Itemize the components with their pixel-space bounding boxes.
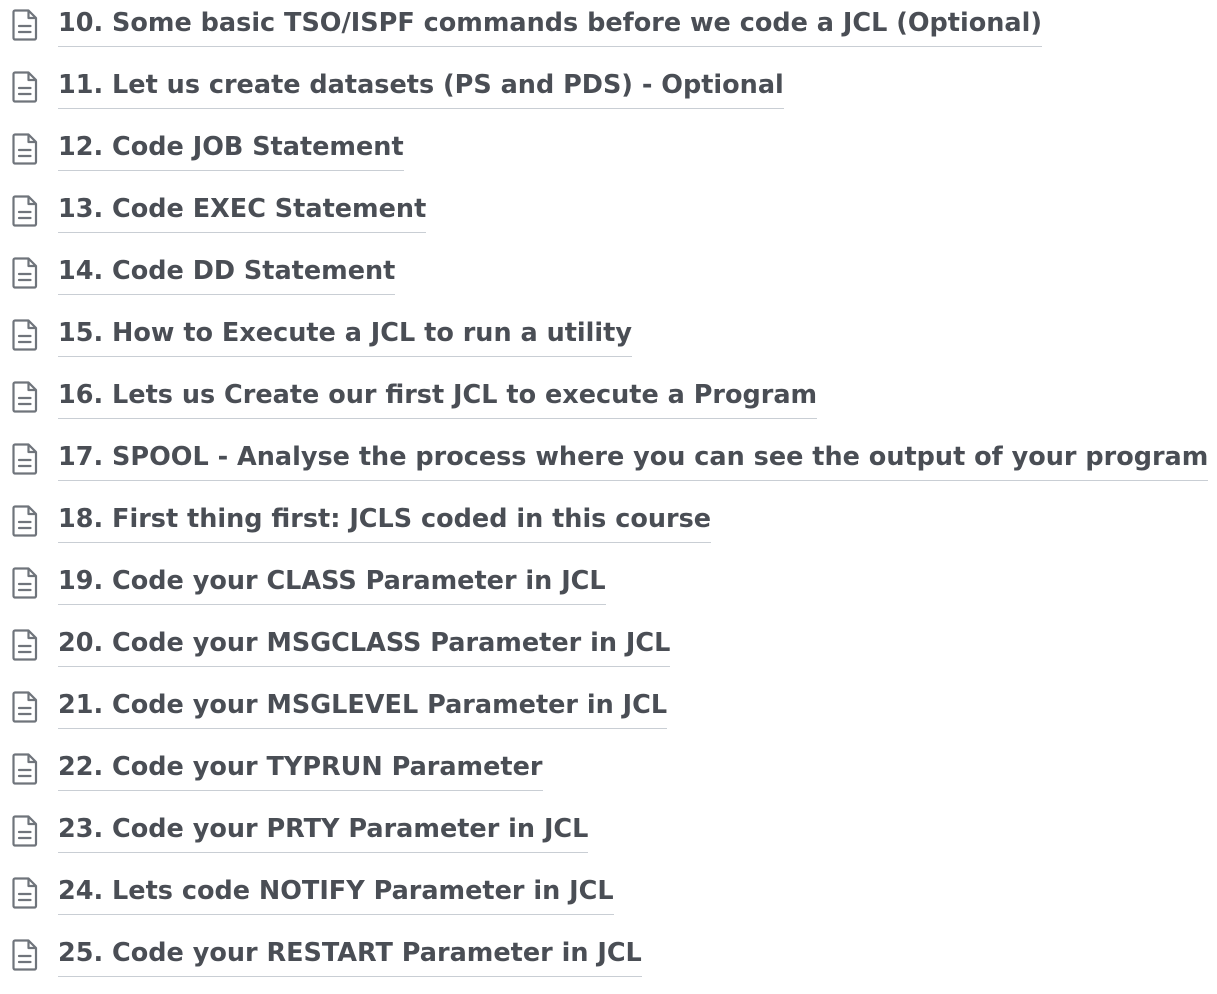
lesson-link[interactable]: 21. Code your MSGLEVEL Parameter in JCL [58, 684, 668, 729]
lesson-link[interactable]: 13. Code EXEC Statement [58, 188, 427, 233]
lesson-link[interactable]: 10. Some basic TSO/ISPF commands before … [58, 2, 1042, 47]
document-icon [10, 690, 40, 724]
lesson-item: 17. SPOOL - Analyse the process where yo… [0, 436, 1217, 498]
lesson-item: 18. First thing first: JCLS coded in thi… [0, 498, 1217, 560]
document-icon [10, 132, 40, 166]
lesson-item: 21. Code your MSGLEVEL Parameter in JCL [0, 684, 1217, 746]
document-icon [10, 70, 40, 104]
document-icon [10, 256, 40, 290]
document-icon [10, 814, 40, 848]
document-icon [10, 566, 40, 600]
document-icon [10, 8, 40, 42]
lesson-item: 19. Code your CLASS Parameter in JCL [0, 560, 1217, 622]
lesson-link[interactable]: 17. SPOOL - Analyse the process where yo… [58, 436, 1209, 481]
lesson-item: 25. Code your RESTART Parameter in JCL [0, 932, 1217, 994]
lesson-item: 15. How to Execute a JCL to run a utilit… [0, 312, 1217, 374]
document-icon [10, 380, 40, 414]
lesson-item: 12. Code JOB Statement [0, 126, 1217, 188]
document-icon [10, 318, 40, 352]
lesson-link[interactable]: 22. Code your TYPRUN Parameter [58, 746, 543, 791]
lesson-link[interactable]: 11. Let us create datasets (PS and PDS) … [58, 64, 784, 109]
document-icon [10, 504, 40, 538]
document-icon [10, 442, 40, 476]
lesson-item: 14. Code DD Statement [0, 250, 1217, 312]
lesson-item: 20. Code your MSGCLASS Parameter in JCL [0, 622, 1217, 684]
document-icon [10, 876, 40, 910]
lesson-link[interactable]: 12. Code JOB Statement [58, 126, 404, 171]
lesson-item: 24. Lets code NOTIFY Parameter in JCL [0, 870, 1217, 932]
lesson-link[interactable]: 16. Lets us Create our first JCL to exec… [58, 374, 818, 419]
lesson-item: 10. Some basic TSO/ISPF commands before … [0, 2, 1217, 64]
lesson-link[interactable]: 18. First thing first: JCLS coded in thi… [58, 498, 712, 543]
lesson-link[interactable]: 15. How to Execute a JCL to run a utilit… [58, 312, 632, 357]
lesson-link[interactable]: 19. Code your CLASS Parameter in JCL [58, 560, 606, 605]
lesson-link[interactable]: 14. Code DD Statement [58, 250, 396, 295]
document-icon [10, 938, 40, 972]
lesson-item: 23. Code your PRTY Parameter in JCL [0, 808, 1217, 870]
lesson-item: 22. Code your TYPRUN Parameter [0, 746, 1217, 808]
lesson-link[interactable]: 24. Lets code NOTIFY Parameter in JCL [58, 870, 614, 915]
document-icon [10, 194, 40, 228]
lesson-item: 13. Code EXEC Statement [0, 188, 1217, 250]
lesson-link[interactable]: 23. Code your PRTY Parameter in JCL [58, 808, 589, 853]
lesson-link[interactable]: 20. Code your MSGCLASS Parameter in JCL [58, 622, 671, 667]
lesson-link[interactable]: 25. Code your RESTART Parameter in JCL [58, 932, 642, 977]
lesson-item: 16. Lets us Create our first JCL to exec… [0, 374, 1217, 436]
lesson-item: 11. Let us create datasets (PS and PDS) … [0, 64, 1217, 126]
document-icon [10, 628, 40, 662]
document-icon [10, 752, 40, 786]
